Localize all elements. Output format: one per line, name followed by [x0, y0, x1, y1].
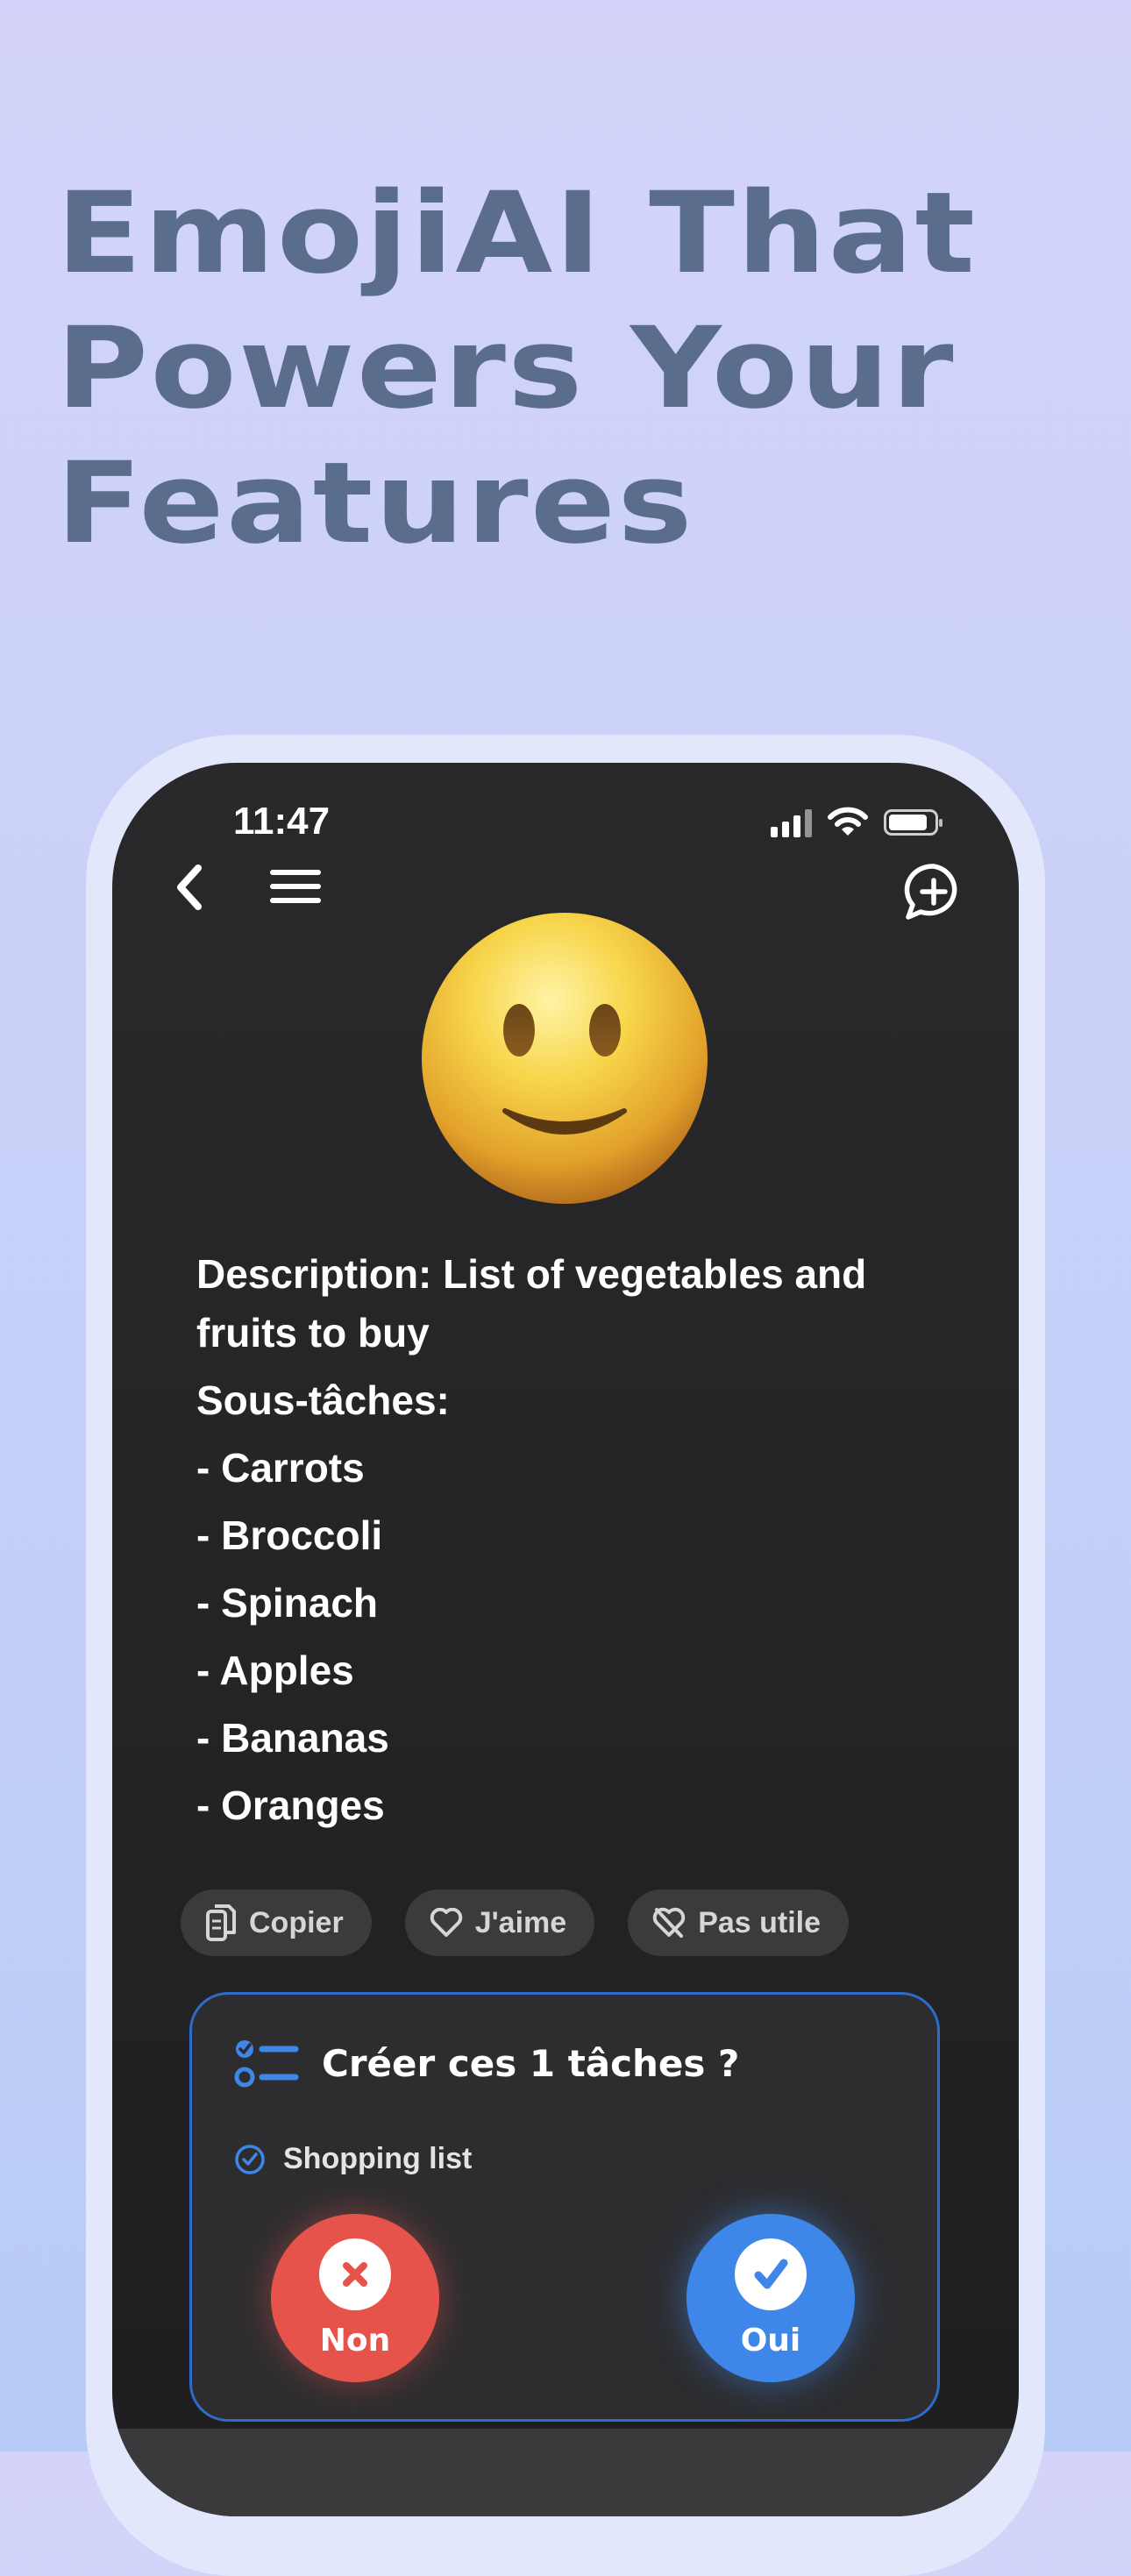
message-item: - Oranges — [196, 1783, 385, 1828]
hamburger-menu-icon[interactable] — [270, 870, 321, 907]
message-item: - Apples — [196, 1647, 354, 1693]
no-label: Non — [319, 2322, 391, 2359]
yes-label: Oui — [740, 2322, 801, 2359]
signal-icon — [771, 808, 812, 837]
not-useful-button[interactable]: Pas utile — [628, 1889, 850, 1956]
message-description: Description: List of vegetables and frui… — [196, 1251, 867, 1356]
checkmark-icon — [735, 2238, 807, 2310]
chat-plus-icon[interactable] — [903, 861, 964, 922]
check-circle-icon — [235, 2144, 265, 2174]
checklist-icon — [234, 2040, 299, 2088]
message-item: - Spinach — [196, 1580, 379, 1626]
back-chevron-icon[interactable] — [165, 861, 217, 914]
task-item[interactable]: Shopping list — [234, 2142, 472, 2176]
assistant-message: Description: List of vegetables and frui… — [196, 1245, 950, 1844]
like-label: J'aime — [474, 1905, 567, 1939]
headline: EmojiAI That Powers Your Features — [56, 167, 975, 572]
heart-slash-icon — [652, 1907, 686, 1938]
status-icons — [771, 807, 942, 838]
headline-line-1: EmojiAI That — [56, 168, 978, 299]
close-icon — [319, 2238, 391, 2310]
headline-line-2: Powers Your — [56, 303, 956, 434]
copy-button[interactable]: Copier — [181, 1889, 372, 1956]
bottom-input-bar — [112, 2429, 1019, 2516]
heart-icon — [430, 1908, 462, 1937]
like-button[interactable]: J'aime — [404, 1889, 595, 1956]
headline-line-3: Features — [56, 438, 694, 569]
message-subtasks-heading: Sous-tâches: — [196, 1377, 450, 1423]
copy-icon — [206, 1904, 236, 1941]
create-tasks-card: Créer ces 1 tâches ? Shopping list Non O… — [189, 1992, 940, 2422]
message-item: - Bananas — [196, 1715, 389, 1761]
message-item: - Carrots — [196, 1445, 365, 1491]
wifi-icon — [828, 807, 868, 836]
phone-screen: 11:47 Description: List of vegetables an… — [112, 763, 1019, 2516]
card-header: Créer ces 1 tâches ? — [234, 2037, 739, 2089]
no-button[interactable]: Non — [271, 2214, 439, 2382]
battery-icon — [884, 809, 942, 836]
smiling-face-emoji — [422, 913, 708, 1204]
yes-button[interactable]: Oui — [686, 2214, 855, 2382]
task-label: Shopping list — [283, 2142, 473, 2175]
not-useful-label: Pas utile — [698, 1905, 822, 1939]
card-title: Créer ces 1 tâches ? — [322, 2041, 740, 2085]
copy-label: Copier — [249, 1905, 344, 1939]
status-time: 11:47 — [233, 800, 331, 843]
message-item: - Broccoli — [196, 1512, 383, 1558]
message-actions: Copier J'aime Pas utile — [181, 1889, 850, 1956]
